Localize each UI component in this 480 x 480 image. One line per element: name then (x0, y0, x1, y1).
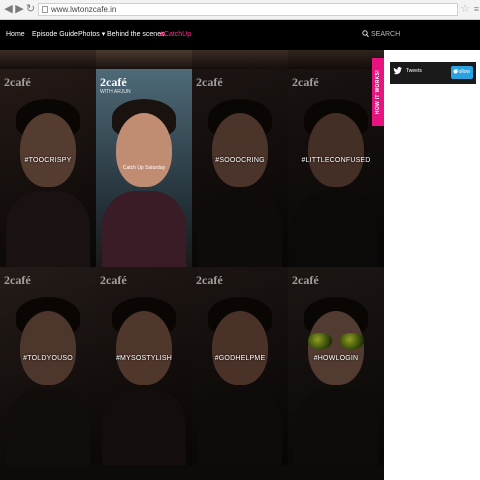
hashtag-label: #LITTLECONFUSED (301, 157, 371, 164)
nav-photos-label: Photos (78, 31, 100, 38)
search-icon (362, 30, 369, 38)
cafe-logo: 2café (4, 75, 31, 89)
photo-tile[interactable]: 2café #SOOOCRING (192, 69, 288, 267)
how-it-works-tab[interactable]: HOW IT WORKS! (372, 58, 384, 126)
photo-tile[interactable]: 2café #MYSOSTYLISH (96, 267, 192, 465)
photo-tile[interactable]: 2café #GODHELPME (192, 267, 288, 465)
photo-tile[interactable]: 2café #TOOCRISPY (0, 69, 96, 267)
menu-icon[interactable]: ≡ (474, 3, 479, 16)
hashtag-label: #SOOOCRING (215, 157, 265, 164)
page-icon (42, 6, 48, 13)
nav-home[interactable]: Home (6, 20, 25, 50)
right-sidebar (384, 50, 480, 465)
photo-tile-featured[interactable]: 2café WITH ARJUN Catch Up Saturday (96, 69, 192, 267)
cafe-logo: 2café (196, 75, 223, 89)
hashtag-label: #TOOCRISPY (24, 157, 72, 164)
bookmark-star-icon[interactable]: ☆ (460, 3, 470, 16)
follow-button[interactable]: Follow (451, 66, 473, 79)
hashtag-label: #TOLDYOUSO (23, 355, 73, 362)
twitter-bird-icon (393, 67, 402, 75)
photo-tile[interactable]: 2café #LITTLECONFUSED (288, 69, 384, 267)
search-placeholder: SEARCH (371, 31, 401, 38)
nav-episode-guide[interactable]: Episode Guide (32, 20, 78, 50)
nav-photos[interactable]: Photos ▾ (78, 20, 105, 50)
reload-icon[interactable]: ↻ (24, 3, 37, 16)
hashtag-label: #MYSOSTYLISH (115, 355, 173, 362)
photo-tile[interactable]: 2café #TOLDYOUSO (0, 267, 96, 465)
twitter-bird-small-icon (453, 69, 458, 74)
twitter-widget: Tweets Follow (390, 62, 476, 84)
previous-row-strip (0, 50, 384, 69)
cafe-logo: 2café (292, 75, 319, 89)
next-row-strip (0, 465, 384, 480)
tile-subtitle: WITH ARJUN (100, 89, 131, 95)
cafe-logo: 2café (196, 273, 223, 287)
site-nav: Home Episode Guide Photos ▾ Behind the s… (0, 20, 480, 50)
photo-tile[interactable]: 2café #HOWLOGIN (288, 267, 384, 465)
browser-toolbar: ◀ ▶ ↻ www.lwtonzcafe.in ☆ ≡ (0, 0, 480, 20)
tweets-label: Tweets (406, 68, 422, 74)
how-it-works-label: HOW IT WORKS! (375, 69, 381, 115)
cafe-logo: 2café (100, 273, 127, 287)
tile-caption: Catch Up Saturday (122, 165, 166, 171)
address-url: www.lwtonzcafe.in (51, 5, 117, 14)
hashtag-label: #GODHELPME (214, 355, 266, 362)
cafe-logo: 2café (4, 273, 31, 287)
cafe-logo: 2café (100, 75, 127, 89)
hashtag-label: #HOWLOGIN (313, 355, 359, 362)
address-bar[interactable]: www.lwtonzcafe.in (38, 3, 458, 16)
nav-behind-the-scenes[interactable]: Behind the scenes (107, 20, 165, 50)
nav-catchup[interactable]: #CatchUp (160, 20, 191, 50)
photo-grid: 2café #TOOCRISPY 2café WITH ARJUN Catch … (0, 69, 384, 465)
cafe-logo: 2café (292, 273, 319, 287)
chevron-down-icon: ▾ (101, 31, 106, 38)
